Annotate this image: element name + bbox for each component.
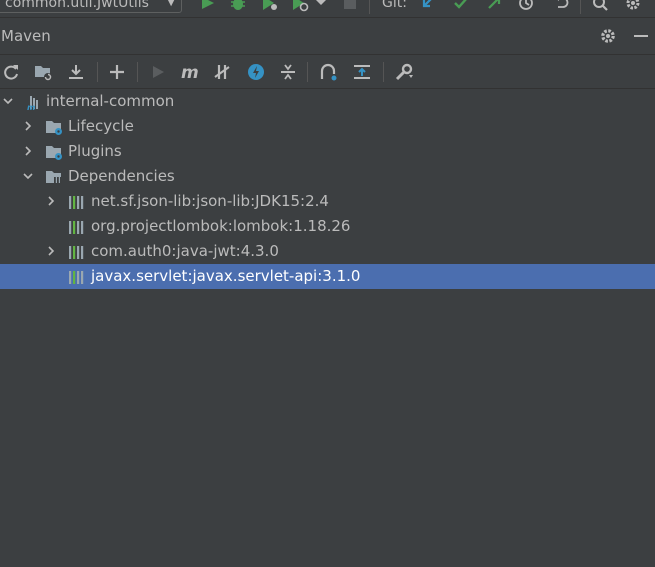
folder-gear-icon bbox=[46, 121, 62, 135]
maven-project-tree: m internal-common Lifecycle Plugins Depe… bbox=[0, 89, 655, 567]
run-configuration-label: common.util.JwtUtils bbox=[5, 0, 149, 11]
library-icon bbox=[69, 221, 84, 234]
chevron-down-icon: ▼ bbox=[167, 0, 175, 8]
toolbar-separator bbox=[580, 0, 581, 14]
chevron-right-icon[interactable] bbox=[22, 120, 34, 132]
toolbar-separator bbox=[369, 0, 370, 14]
offline-icon[interactable] bbox=[246, 62, 266, 82]
chevron-down-icon[interactable] bbox=[22, 170, 34, 182]
debug-icon[interactable] bbox=[229, 0, 247, 12]
library-icon bbox=[69, 196, 84, 209]
maven-goal-icon[interactable]: m bbox=[180, 62, 200, 82]
chevron-down-icon[interactable] bbox=[315, 0, 327, 12]
tree-item-label: internal-common bbox=[46, 92, 175, 110]
add-icon[interactable] bbox=[107, 62, 127, 82]
chevron-right-icon[interactable] bbox=[22, 145, 34, 157]
tree-item-label: javax.servlet:javax.servlet-api:3.1.0 bbox=[91, 267, 361, 285]
tree-item-dependency[interactable]: net.sf.json-lib:json-lib:JDK15:2.4 bbox=[0, 189, 655, 214]
minimize-icon[interactable] bbox=[632, 27, 650, 45]
maven-toolbar: m bbox=[0, 55, 655, 89]
gear-icon[interactable] bbox=[599, 27, 617, 45]
run-icon[interactable] bbox=[199, 0, 217, 12]
tree-item-dependency-selected[interactable]: javax.servlet:javax.servlet-api:3.1.0 bbox=[0, 264, 655, 289]
update-project-icon[interactable] bbox=[419, 0, 437, 12]
download-icon[interactable] bbox=[66, 62, 86, 82]
chevron-right-icon[interactable] bbox=[45, 245, 57, 257]
tree-item-label: net.sf.json-lib:json-lib:JDK15:2.4 bbox=[91, 192, 329, 210]
folder-gear-icon bbox=[46, 146, 62, 160]
tree-item-dependency[interactable]: com.auth0:java-jwt:4.3.0 bbox=[0, 239, 655, 264]
git-label: Git: bbox=[382, 0, 407, 11]
collapse-icon[interactable] bbox=[278, 62, 298, 82]
skip-tests-icon[interactable] bbox=[212, 62, 232, 82]
history-icon[interactable] bbox=[517, 0, 535, 12]
tree-item-dependency[interactable]: org.projectlombok:lombok:1.18.26 bbox=[0, 214, 655, 239]
svg-text:m: m bbox=[27, 103, 35, 111]
commit-icon[interactable] bbox=[452, 0, 470, 12]
tree-item-dependencies[interactable]: Dependencies bbox=[0, 164, 655, 189]
tree-item-label: Dependencies bbox=[68, 167, 175, 185]
tree-item-plugins[interactable]: Plugins bbox=[0, 139, 655, 164]
run-with-coverage-icon[interactable] bbox=[260, 0, 278, 12]
maven-module-icon: m bbox=[27, 96, 38, 111]
analyze-icon[interactable] bbox=[318, 62, 338, 82]
reimport-folder-icon[interactable] bbox=[33, 62, 53, 82]
tree-item-lifecycle[interactable]: Lifecycle bbox=[0, 114, 655, 139]
toolbar-separator bbox=[97, 62, 98, 82]
tool-window-title: Maven bbox=[1, 27, 51, 45]
chevron-down-icon[interactable] bbox=[2, 95, 14, 107]
maven-tool-window-header: Maven bbox=[0, 18, 655, 55]
library-icon bbox=[69, 271, 84, 284]
folder-library-icon bbox=[46, 171, 62, 184]
reload-icon[interactable] bbox=[1, 62, 21, 82]
svg-text:m: m bbox=[181, 63, 199, 82]
library-icon bbox=[69, 246, 84, 259]
toolbar-separator bbox=[307, 62, 308, 82]
show-dependencies-icon[interactable] bbox=[352, 62, 372, 82]
tree-item-label: com.auth0:java-jwt:4.3.0 bbox=[91, 242, 279, 260]
toolbar-separator bbox=[383, 62, 384, 82]
rollback-icon[interactable] bbox=[552, 0, 570, 12]
tree-item-label: org.projectlombok:lombok:1.18.26 bbox=[91, 217, 351, 235]
search-icon[interactable] bbox=[591, 0, 609, 12]
tree-item-label: Plugins bbox=[68, 142, 122, 160]
chevron-right-icon[interactable] bbox=[45, 195, 57, 207]
main-toolbar: common.util.JwtUtils ▼ Git: bbox=[0, 0, 655, 18]
tree-item-project[interactable]: m internal-common bbox=[0, 89, 655, 114]
stop-icon[interactable] bbox=[341, 0, 359, 12]
gear-icon[interactable] bbox=[624, 0, 642, 12]
toolbar-separator bbox=[137, 62, 138, 82]
run-configuration-selector[interactable]: common.util.JwtUtils ▼ bbox=[0, 0, 182, 13]
profile-icon[interactable] bbox=[291, 0, 309, 12]
run-icon[interactable] bbox=[148, 62, 168, 82]
settings-wrench-icon[interactable] bbox=[394, 62, 414, 82]
push-icon[interactable] bbox=[485, 0, 503, 12]
tree-item-label: Lifecycle bbox=[68, 117, 134, 135]
